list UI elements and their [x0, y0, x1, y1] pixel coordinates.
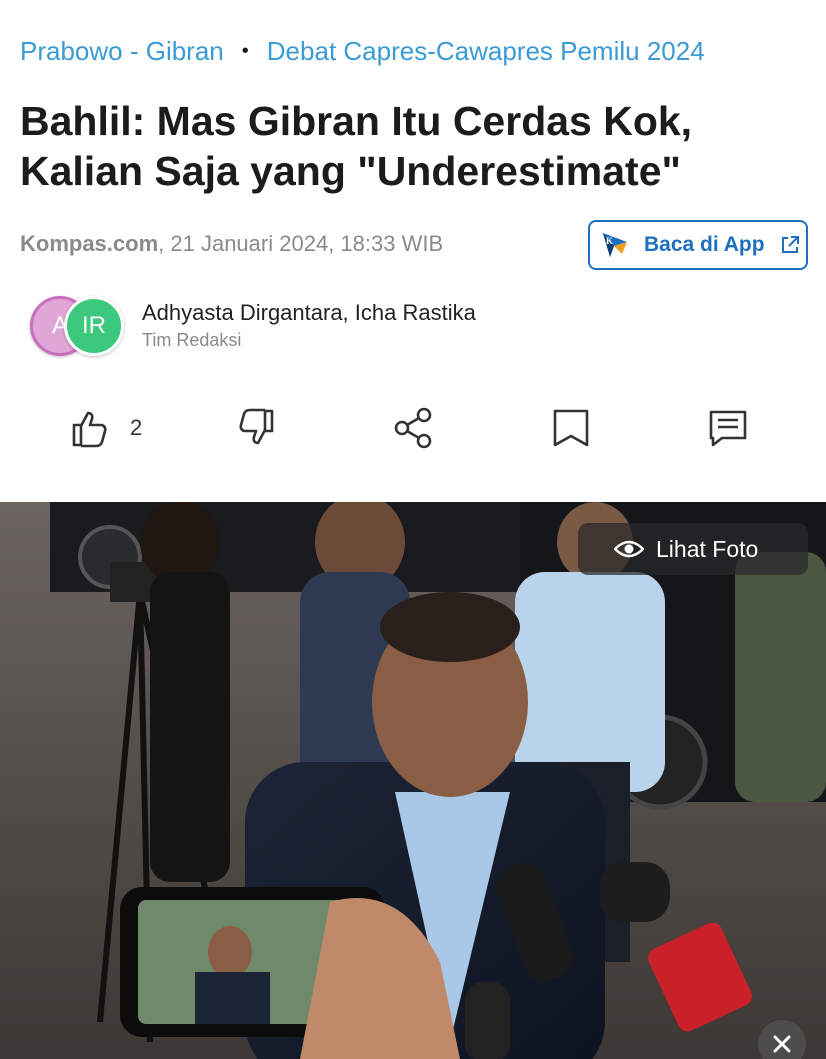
external-link-icon — [781, 236, 799, 253]
author-role: Tim Redaksi — [142, 330, 242, 350]
close-icon — [773, 1035, 791, 1053]
article-source[interactable]: Kompas.com — [20, 231, 158, 256]
bookmark-icon — [553, 409, 589, 447]
author-names: Adhyasta Dirgantara, Icha Rastika — [142, 300, 476, 325]
open-in-app-button[interactable]: K Baca di App — [588, 220, 808, 270]
breadcrumb-separator: • — [241, 40, 249, 62]
open-in-app-label: Baca di App — [644, 233, 765, 256]
comment-icon — [709, 410, 747, 447]
thumbs-up-icon — [72, 411, 107, 448]
view-photo-label: Lihat Foto — [656, 535, 759, 562]
article-action-bar: 2 — [0, 400, 826, 460]
breadcrumb-link-prabowo-gibran[interactable]: Prabowo - Gibran — [20, 36, 224, 67]
like-button[interactable]: 2 — [68, 406, 142, 450]
photo-scene — [0, 502, 826, 1059]
breadcrumb-link-debat[interactable]: Debat Capres-Cawapres Pemilu 2024 — [267, 36, 705, 67]
bookmark-button[interactable] — [549, 406, 593, 450]
avatar: IR — [64, 296, 124, 356]
article-date: , 21 Januari 2024, 18:33 WIB — [158, 231, 444, 256]
article-title: Bahlil: Mas Gibran Itu Cerdas Kok, Kalia… — [20, 98, 693, 194]
share-icon — [394, 407, 432, 449]
dislike-button[interactable] — [234, 406, 278, 450]
svg-text:K: K — [606, 236, 613, 246]
kompas-logo-icon: K — [603, 233, 627, 257]
view-photo-button[interactable]: Lihat Foto — [578, 523, 808, 575]
thumbs-down-icon — [239, 408, 274, 445]
eye-icon — [614, 540, 644, 558]
share-button[interactable] — [392, 406, 436, 450]
author-block[interactable]: A IR Adhyasta Dirgantara, Icha Rastika T… — [30, 294, 550, 358]
article-photo[interactable] — [0, 502, 826, 1059]
like-count: 2 — [130, 415, 143, 440]
article-meta: Kompas.com, 21 Januari 2024, 18:33 WIB — [20, 231, 443, 257]
breadcrumb: Prabowo - Gibran • Debat Capres-Cawapres… — [20, 36, 705, 67]
comment-button[interactable] — [706, 406, 750, 450]
